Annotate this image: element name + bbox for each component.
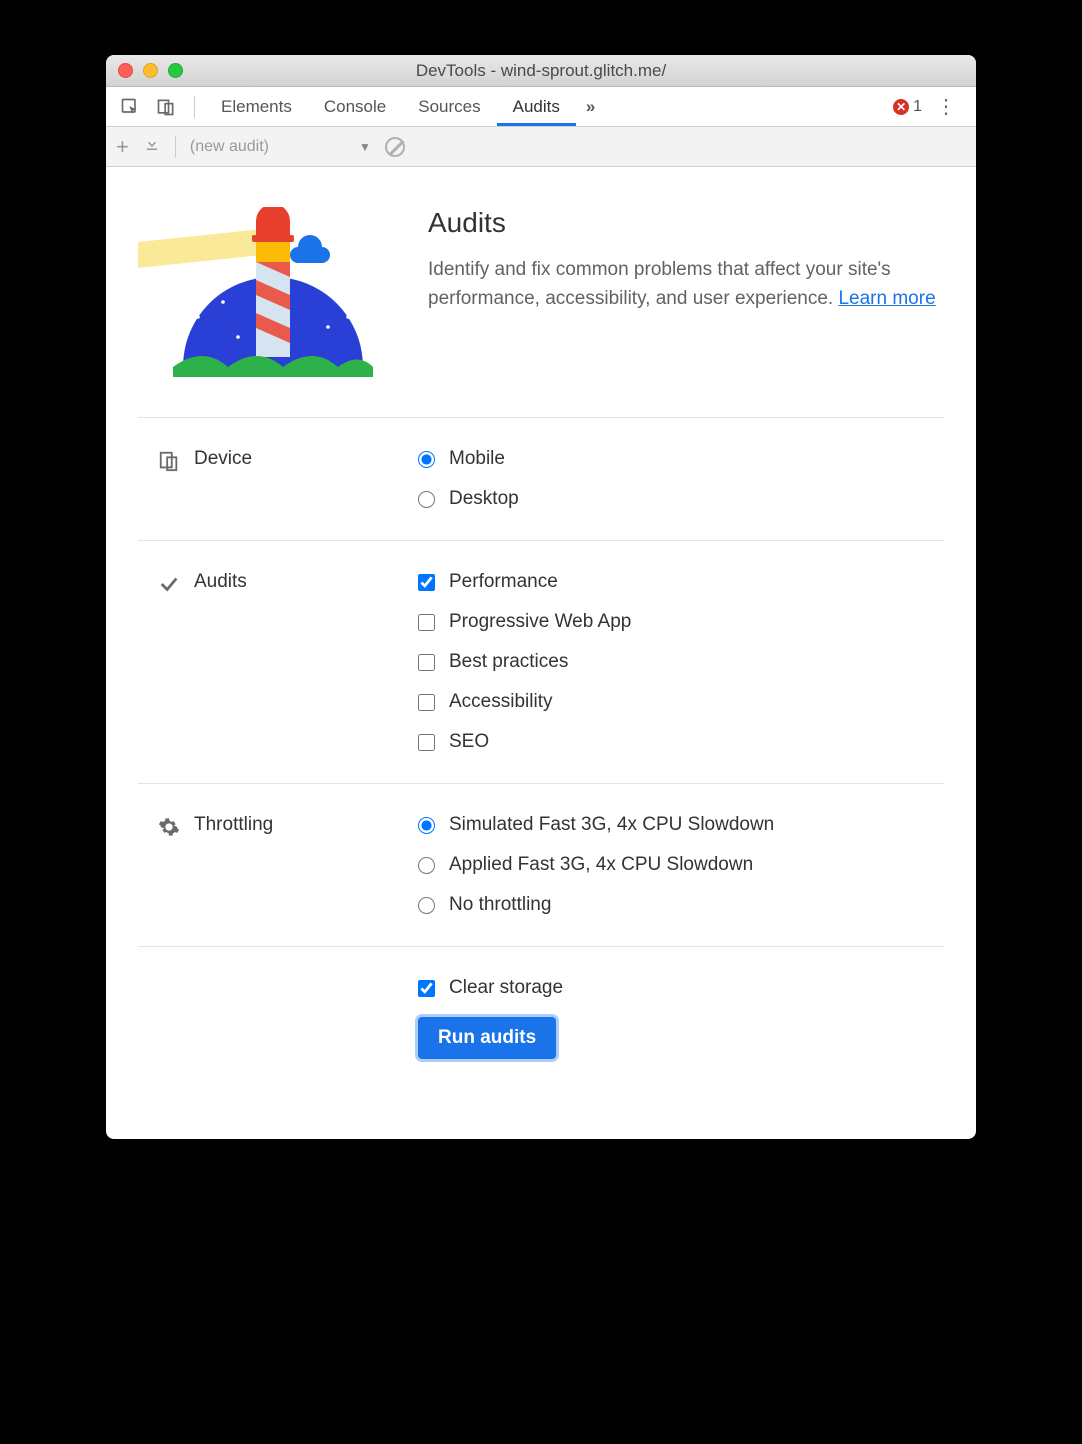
section-device: Device Mobile Desktop [138, 418, 944, 541]
device-option-desktop[interactable]: Desktop [418, 488, 944, 510]
tab-strip: Elements Console Sources Audits » ✕ 1 ⋮ [106, 87, 976, 127]
tab-label: Audits [513, 97, 560, 117]
option-label: Best practices [449, 651, 568, 673]
gear-icon [158, 816, 180, 838]
throttling-option-none[interactable]: No throttling [418, 894, 944, 916]
tab-console[interactable]: Console [308, 87, 402, 126]
separator [194, 96, 195, 118]
clear-icon[interactable] [385, 137, 405, 157]
throttling-option-applied[interactable]: Applied Fast 3G, 4x CPU Slowdown [418, 854, 944, 876]
throttling-option-simulated[interactable]: Simulated Fast 3G, 4x CPU Slowdown [418, 814, 944, 836]
audit-option-accessibility[interactable]: Accessibility [418, 691, 944, 713]
tab-sources[interactable]: Sources [402, 87, 496, 126]
error-icon: ✕ [893, 99, 909, 115]
option-label: Desktop [449, 488, 519, 510]
radio[interactable] [418, 491, 435, 508]
titlebar: DevTools - wind-sprout.glitch.me/ [106, 55, 976, 87]
device-toggle-icon[interactable] [154, 95, 178, 119]
radio[interactable] [418, 451, 435, 468]
checkbox[interactable] [418, 734, 435, 751]
devtools-window: DevTools - wind-sprout.glitch.me/ Elemen… [106, 55, 976, 1139]
inspect-icon[interactable] [118, 95, 142, 119]
checkbox[interactable] [418, 614, 435, 631]
throttling-label: Throttling [194, 814, 273, 836]
tab-label: Console [324, 97, 386, 117]
option-label: SEO [449, 731, 489, 753]
maximize-icon[interactable] [168, 63, 183, 78]
audit-select-label: (new audit) [190, 138, 269, 156]
hero-text: Audits Identify and fix common problems … [428, 207, 944, 314]
audits-label: Audits [194, 571, 247, 593]
checkbox[interactable] [418, 694, 435, 711]
tab-label: Sources [418, 97, 480, 117]
checkbox[interactable] [418, 654, 435, 671]
section-throttling: Throttling Simulated Fast 3G, 4x CPU Slo… [138, 784, 944, 947]
section-label: Audits [138, 571, 418, 753]
option-label: Applied Fast 3G, 4x CPU Slowdown [449, 854, 753, 876]
device-option-mobile[interactable]: Mobile [418, 448, 944, 470]
radio[interactable] [418, 857, 435, 874]
audits-title: Audits [428, 207, 944, 239]
option-label: Simulated Fast 3G, 4x CPU Slowdown [449, 814, 774, 836]
radio[interactable] [418, 817, 435, 834]
close-icon[interactable] [118, 63, 133, 78]
lighthouse-illustration [138, 207, 388, 377]
tab-audits[interactable]: Audits [497, 87, 576, 126]
desc-text: Identify and fix common problems that af… [428, 259, 891, 309]
checkbox[interactable] [418, 574, 435, 591]
more-tabs-icon[interactable]: » [576, 97, 605, 117]
window-title: DevTools - wind-sprout.glitch.me/ [106, 61, 976, 81]
option-label: Performance [449, 571, 558, 593]
tab-elements[interactable]: Elements [205, 87, 308, 126]
hero: Audits Identify and fix common problems … [138, 207, 944, 418]
section-run: Clear storage Run audits [138, 947, 944, 1089]
section-audits: Audits Performance Progressive Web App B… [138, 541, 944, 784]
audit-option-seo[interactable]: SEO [418, 731, 944, 753]
minimize-icon[interactable] [143, 63, 158, 78]
kebab-menu-icon[interactable]: ⋮ [922, 94, 970, 119]
separator [175, 136, 176, 158]
device-icon [158, 450, 180, 472]
clear-storage-option[interactable]: Clear storage [418, 977, 944, 999]
tab-label: Elements [221, 97, 292, 117]
checkbox[interactable] [418, 980, 435, 997]
audit-select[interactable]: (new audit) ▼ [190, 138, 371, 156]
error-badge[interactable]: ✕ 1 [893, 98, 922, 116]
audit-option-pwa[interactable]: Progressive Web App [418, 611, 944, 633]
learn-more-link[interactable]: Learn more [838, 288, 935, 309]
option-label: Progressive Web App [449, 611, 631, 633]
audit-option-best-practices[interactable]: Best practices [418, 651, 944, 673]
audit-toolbar: + (new audit) ▼ [106, 127, 976, 167]
option-label: Clear storage [449, 977, 563, 999]
section-label: Throttling [138, 814, 418, 916]
error-count: 1 [913, 98, 922, 116]
download-icon[interactable] [143, 135, 161, 158]
option-label: No throttling [449, 894, 551, 916]
device-label: Device [194, 448, 252, 470]
audits-description: Identify and fix common problems that af… [428, 255, 944, 314]
option-label: Accessibility [449, 691, 552, 713]
audit-option-performance[interactable]: Performance [418, 571, 944, 593]
section-label: Device [138, 448, 418, 510]
check-icon [158, 573, 180, 595]
radio[interactable] [418, 897, 435, 914]
section-label-empty [138, 977, 418, 1059]
new-audit-icon[interactable]: + [116, 134, 129, 160]
window-controls [118, 63, 183, 78]
audits-panel: Audits Identify and fix common problems … [106, 167, 976, 1139]
chevron-down-icon: ▼ [359, 140, 371, 154]
run-audits-button[interactable]: Run audits [418, 1017, 556, 1059]
option-label: Mobile [449, 448, 505, 470]
